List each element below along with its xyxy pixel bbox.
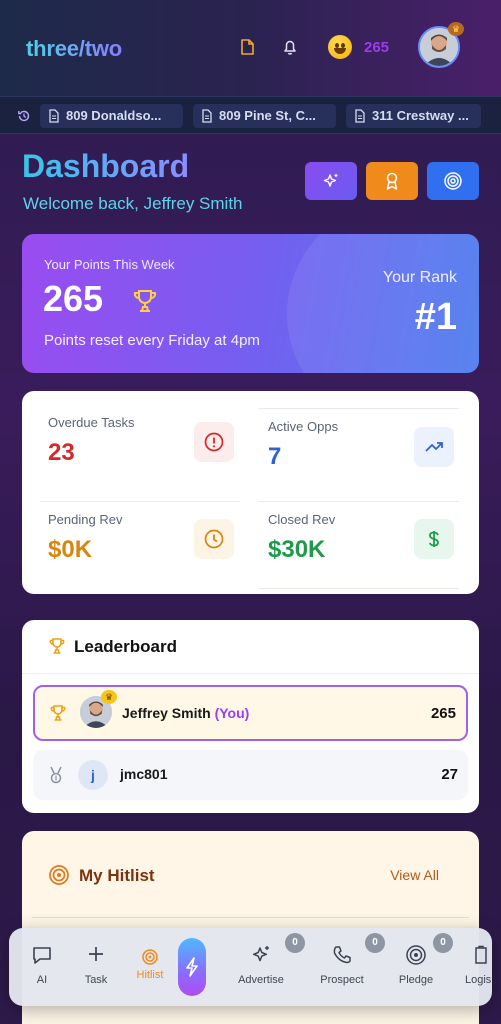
recent-item-label: 311 Crestway ... xyxy=(372,108,469,123)
app-header: three/two 265 ♛ xyxy=(0,0,501,96)
document-icon xyxy=(355,109,365,123)
leaderboard-name: Jeffrey Smith (You) xyxy=(122,705,250,721)
sparkles-icon xyxy=(323,174,338,187)
points-reset-note: Points reset every Friday at 4pm xyxy=(44,332,260,349)
trophy-icon xyxy=(50,705,66,721)
nav-badge: 0 xyxy=(365,933,385,953)
dollar-sign-icon xyxy=(414,519,454,559)
target-icon xyxy=(444,172,462,190)
leaderboard-name: jmc801 xyxy=(120,766,168,782)
stat-value: $0K xyxy=(48,536,93,563)
target-button[interactable] xyxy=(427,162,479,200)
nav-badge: 0 xyxy=(433,933,453,953)
awards-button[interactable] xyxy=(366,162,418,200)
leaderboard-score: 27 xyxy=(441,766,458,783)
clock-icon xyxy=(194,519,234,559)
nav-hitlist[interactable]: Hitlist xyxy=(127,928,173,1006)
page-title: Dashboard xyxy=(22,148,190,184)
nav-badge: 0 xyxy=(285,933,305,953)
points-label: Your Points This Week xyxy=(44,257,175,272)
note-icon[interactable] xyxy=(238,38,256,56)
crown-icon: ♛ xyxy=(448,22,464,36)
hitlist-title: My Hitlist xyxy=(79,866,155,885)
recent-item-label: 809 Pine St, C... xyxy=(219,108,316,123)
nav-label: Hitlist xyxy=(136,969,164,981)
points-value: 265 xyxy=(43,278,104,319)
target-icon xyxy=(406,945,426,965)
stat-label: Active Opps xyxy=(268,419,339,434)
welcome-message: Welcome back, Jeffrey Smith xyxy=(23,194,243,213)
stat-label: Overdue Tasks xyxy=(48,415,135,430)
crown-icon: ♛ xyxy=(101,690,117,704)
trending-up-icon xyxy=(414,427,454,467)
nav-pledge[interactable]: 0 Pledge xyxy=(389,928,453,1006)
view-all-link[interactable]: View All xyxy=(390,867,439,883)
stat-pending-rev[interactable]: Pending Rev $0K xyxy=(42,504,242,594)
sparkles-icon xyxy=(252,946,269,962)
weekly-points-card: Your Points This Week 265 Points reset e… xyxy=(22,234,479,373)
nav-ai[interactable]: AI xyxy=(21,928,63,1006)
lightning-icon xyxy=(186,957,198,977)
medal-icon xyxy=(50,766,62,784)
alert-circle-icon xyxy=(194,422,234,462)
document-icon xyxy=(49,109,59,123)
app-logo[interactable]: three/two xyxy=(26,36,122,62)
avatar: j xyxy=(78,760,108,790)
stat-active-opps[interactable]: Active Opps 7 xyxy=(262,411,462,501)
you-tag: (You) xyxy=(214,705,250,721)
nav-label: AI xyxy=(36,974,48,986)
history-icon[interactable] xyxy=(17,109,31,123)
phone-icon xyxy=(333,946,351,964)
header-points: 265 xyxy=(364,39,390,56)
mood-emoji-icon[interactable] xyxy=(328,35,352,59)
stat-label: Closed Rev xyxy=(268,512,336,527)
nav-label: Task xyxy=(84,974,108,986)
target-icon xyxy=(49,865,69,885)
bell-icon[interactable] xyxy=(281,38,299,56)
recent-item[interactable]: 311 Crestway ... xyxy=(346,104,481,128)
clipboard-icon xyxy=(475,945,487,964)
leaderboard-score: 265 xyxy=(430,705,456,722)
trophy-icon xyxy=(49,638,65,654)
stat-value: 7 xyxy=(268,443,282,470)
target-icon xyxy=(142,949,158,965)
document-icon xyxy=(202,109,212,123)
recent-item[interactable]: 809 Donaldso... xyxy=(40,104,183,128)
nav-label: Pledge xyxy=(398,974,434,986)
stat-closed-rev[interactable]: Closed Rev $30K xyxy=(262,504,462,594)
recent-item-label: 809 Donaldso... xyxy=(66,108,162,123)
leaderboard-row[interactable]: j jmc801 27 xyxy=(33,750,468,800)
nav-label: Logis xyxy=(465,974,492,986)
rank-value: #1 xyxy=(414,296,457,338)
ai-sparkle-button[interactable] xyxy=(305,162,357,200)
plus-icon xyxy=(89,947,103,961)
nav-prospect[interactable]: 0 Prospect xyxy=(310,928,385,1006)
nav-task[interactable]: Task xyxy=(75,928,117,1006)
leaderboard-row[interactable]: ♛ Jeffrey Smith (You) 265 xyxy=(33,685,468,741)
leaderboard-card: Leaderboard ♛ Jeffrey Smith (You) 265 j … xyxy=(22,620,479,813)
award-icon xyxy=(386,172,398,190)
nav-logistics[interactable]: Logis xyxy=(461,928,492,1006)
stat-value: 23 xyxy=(48,439,75,466)
recent-item[interactable]: 809 Pine St, C... xyxy=(193,104,336,128)
leaderboard-title: Leaderboard xyxy=(74,637,177,656)
nav-label: Advertise xyxy=(238,974,284,986)
rank-label: Your Rank xyxy=(382,269,457,286)
stat-overdue-tasks[interactable]: Overdue Tasks 23 xyxy=(42,407,242,497)
chat-icon xyxy=(33,947,51,964)
stats-card: Overdue Tasks 23 Active Opps 7 Pending R… xyxy=(22,391,479,594)
bottom-nav: AI Task Hitlist 0 Advertise 0 Prospect 0… xyxy=(9,928,492,1006)
stat-label: Pending Rev xyxy=(48,512,123,527)
nav-label: Prospect xyxy=(320,974,364,986)
recent-items-bar: 809 Donaldso... 809 Pine St, C... 311 Cr… xyxy=(0,96,501,134)
quick-action-button[interactable] xyxy=(178,938,206,996)
stat-value: $30K xyxy=(268,536,326,563)
trophy-icon xyxy=(133,290,157,312)
nav-advertise[interactable]: 0 Advertise xyxy=(229,928,305,1006)
